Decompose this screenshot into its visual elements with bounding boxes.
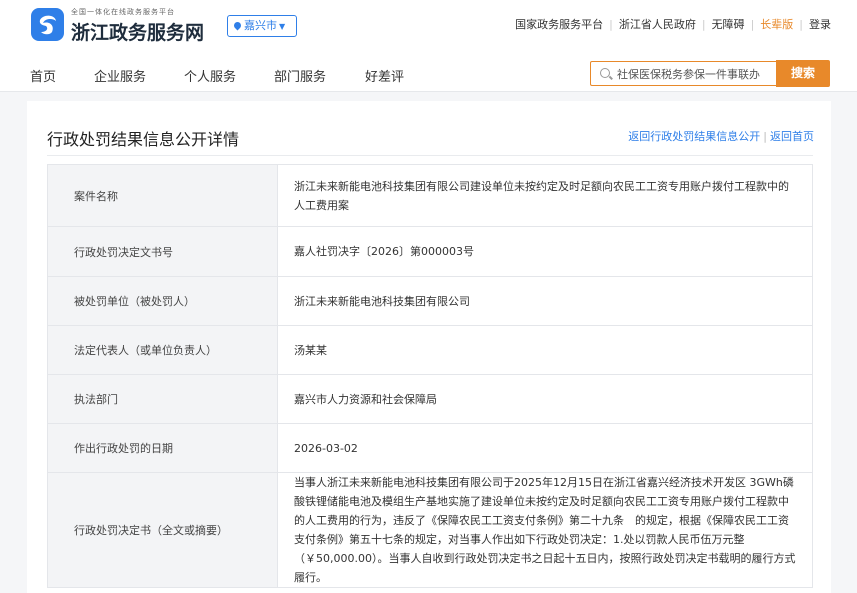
table-row: 行政处罚决定文书号 嘉人社罚决字〔2026〕第000003号 bbox=[47, 226, 813, 277]
nav-item-personal[interactable]: 个人服务 bbox=[184, 66, 236, 85]
site-logo-icon[interactable] bbox=[31, 8, 64, 41]
link-zhejiang-government[interactable]: 浙江省人民政府 bbox=[619, 16, 696, 32]
search-input[interactable] bbox=[617, 66, 769, 82]
field-label: 执法部门 bbox=[47, 374, 278, 424]
page-title: 行政处罚结果信息公开详情 bbox=[47, 130, 240, 149]
field-value: 嘉人社罚决字〔2026〕第000003号 bbox=[277, 226, 813, 277]
top-links: 国家政务服务平台 | 浙江省人民政府 | 无障碍 | 长辈版 | 登录 bbox=[515, 16, 831, 32]
search-box bbox=[590, 61, 776, 86]
top-header: 全国一体化在线政务服务平台 浙江政务服务网 嘉兴市 ▼ 国家政务服务平台 | 浙江省人… bbox=[0, 0, 857, 52]
nav-item-enterprise[interactable]: 企业服务 bbox=[94, 66, 146, 85]
table-row: 案件名称 浙江未来新能电池科技集团有限公司建设单位未按约定及时足额向农民工工资专… bbox=[47, 164, 813, 227]
nav-item-home[interactable]: 首页 bbox=[30, 66, 56, 85]
field-label: 被处罚单位（被处罚人） bbox=[47, 276, 278, 326]
field-value: 2026-03-02 bbox=[277, 423, 813, 473]
link-back-to-home[interactable]: 返回首页 bbox=[770, 130, 814, 143]
field-value: 汤某某 bbox=[277, 325, 813, 375]
link-elder-mode[interactable]: 长辈版 bbox=[760, 16, 793, 32]
divider: | bbox=[750, 18, 755, 31]
field-label: 法定代表人（或单位负责人） bbox=[47, 325, 278, 375]
field-value: 浙江未来新能电池科技集团有限公司 bbox=[277, 276, 813, 326]
table-row: 被处罚单位（被处罚人） 浙江未来新能电池科技集团有限公司 bbox=[47, 276, 813, 326]
table-row: 法定代表人（或单位负责人） 汤某某 bbox=[47, 325, 813, 375]
divider: | bbox=[763, 130, 767, 143]
divider: | bbox=[701, 18, 706, 31]
field-value: 嘉兴市人力资源和社会保障局 bbox=[277, 374, 813, 424]
field-label: 行政处罚决定文书号 bbox=[47, 226, 278, 277]
divider: | bbox=[799, 18, 803, 31]
field-value: 当事人浙江未来新能电池科技集团有限公司于2025年12月15日在浙江省嘉兴经济技… bbox=[277, 472, 813, 588]
caret-down-icon: ▼ bbox=[279, 22, 286, 31]
search-icon bbox=[600, 68, 610, 78]
page-links: 返回行政处罚结果信息公开 | 返回首页 bbox=[628, 128, 814, 144]
title-divider bbox=[47, 155, 813, 156]
field-label: 行政处罚决定书（全文或摘要） bbox=[47, 472, 278, 588]
nav-item-rating[interactable]: 好差评 bbox=[365, 66, 404, 85]
city-selector[interactable]: 嘉兴市 ▼ bbox=[227, 15, 297, 37]
penalty-detail-table: 案件名称 浙江未来新能电池科技集团有限公司建设单位未按约定及时足额向农民工工资专… bbox=[47, 164, 813, 588]
nav-item-department[interactable]: 部门服务 bbox=[274, 66, 326, 85]
link-login[interactable]: 登录 bbox=[809, 16, 831, 32]
field-label: 案件名称 bbox=[47, 164, 278, 227]
city-name: 嘉兴市 bbox=[244, 19, 277, 32]
location-pin-icon bbox=[232, 20, 243, 31]
link-national-platform[interactable]: 国家政务服务平台 bbox=[515, 16, 603, 32]
field-label: 作出行政处罚的日期 bbox=[47, 423, 278, 473]
brand-tagline: 全国一体化在线政务服务平台 bbox=[71, 8, 175, 16]
table-row: 行政处罚决定书（全文或摘要） 当事人浙江未来新能电池科技集团有限公司于2025年… bbox=[47, 472, 813, 588]
link-back-to-list[interactable]: 返回行政处罚结果信息公开 bbox=[628, 130, 760, 143]
table-row: 作出行政处罚的日期 2026-03-02 bbox=[47, 423, 813, 473]
divider: | bbox=[609, 18, 613, 31]
table-row: 执法部门 嘉兴市人力资源和社会保障局 bbox=[47, 374, 813, 424]
field-value: 浙江未来新能电池科技集团有限公司建设单位未按约定及时足额向农民工工资专用账户拨付… bbox=[277, 164, 813, 227]
brand-name[interactable]: 浙江政务服务网 bbox=[71, 18, 204, 45]
search-button[interactable]: 搜索 bbox=[776, 60, 830, 87]
link-accessibility[interactable]: 无障碍 bbox=[712, 16, 745, 32]
